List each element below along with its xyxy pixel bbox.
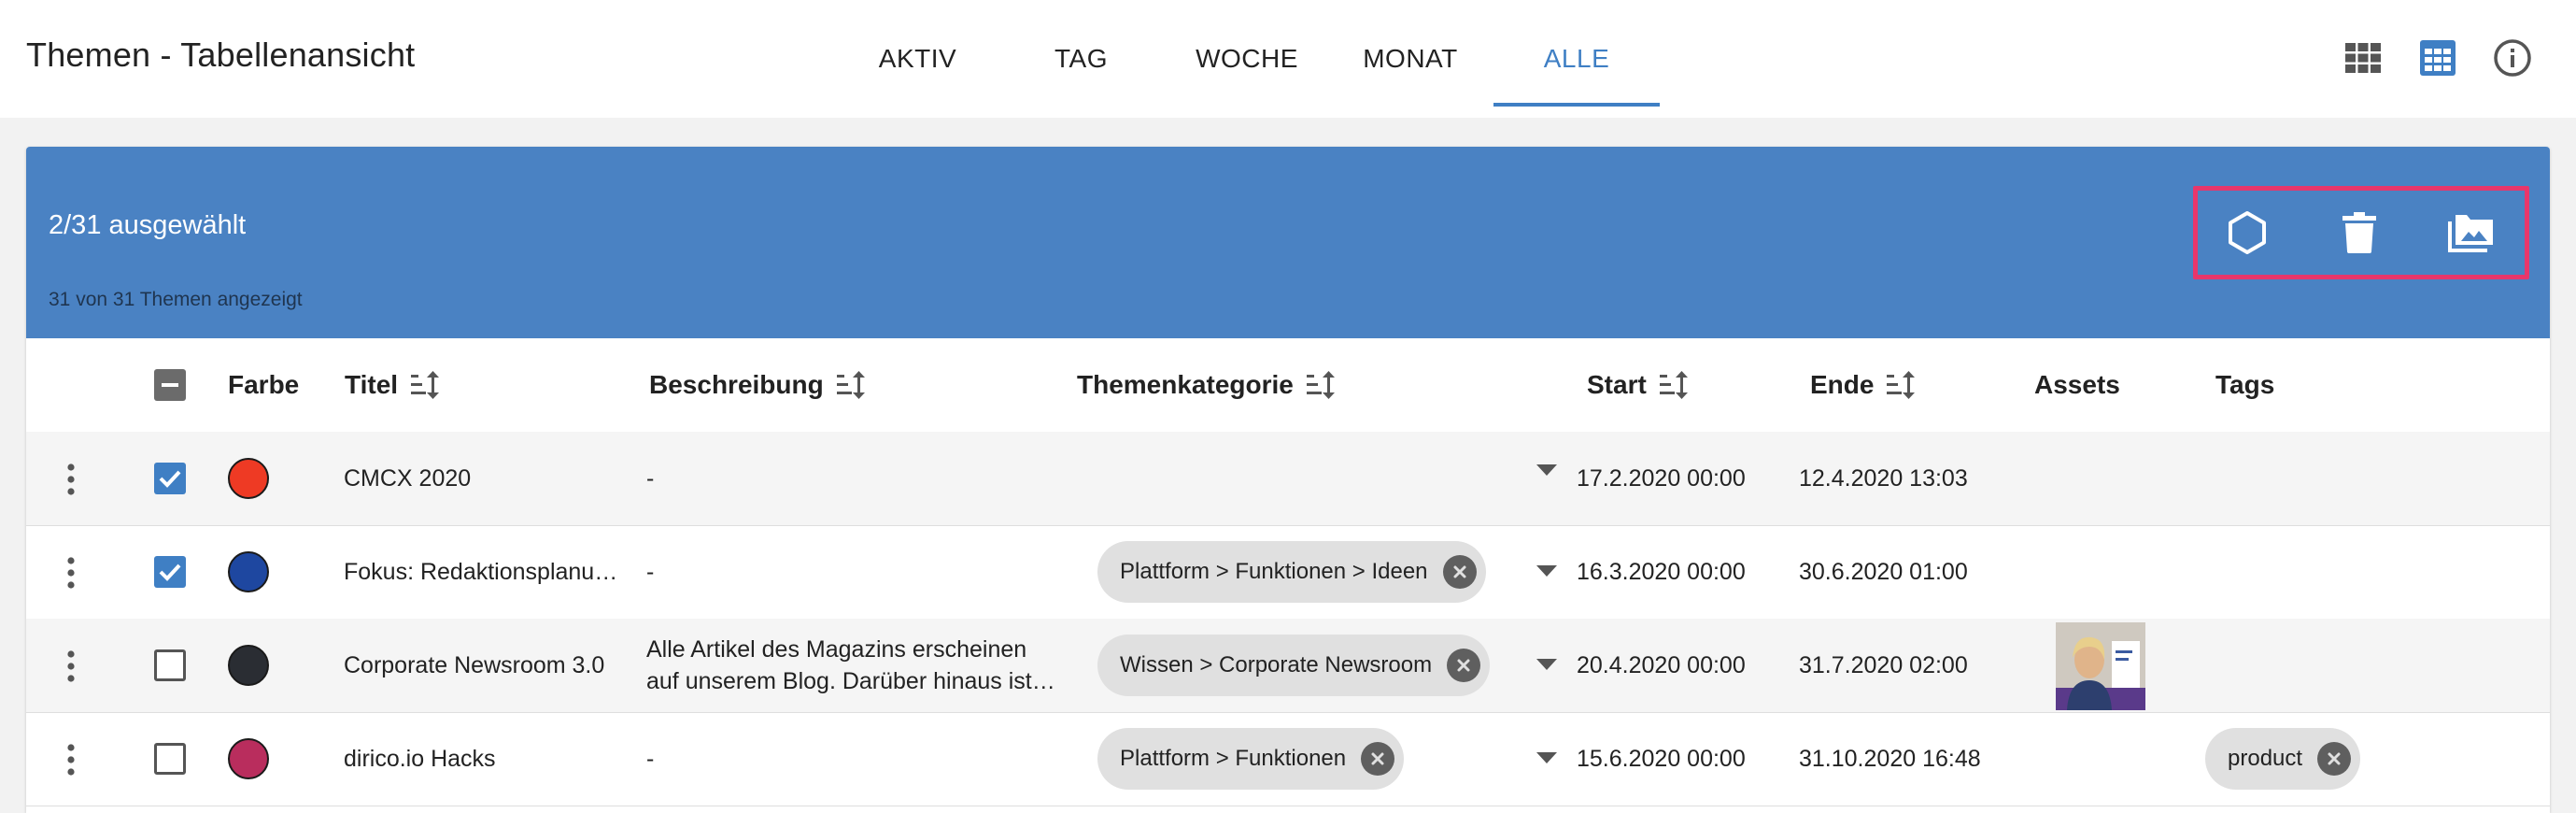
active-tab-indicator [1493,103,1660,107]
tab-alle[interactable]: ALLE [1493,0,1660,118]
header-category[interactable]: Themenkategorie [1077,338,1337,432]
topic-title[interactable]: Corporate Newsroom 3.0 [344,619,604,712]
row-menu-icon[interactable] [60,744,82,776]
sort-icon[interactable] [836,371,867,399]
tag-label: product [2228,746,2303,771]
topic-description: - [646,432,1085,525]
category-dropdown-icon[interactable] [1536,751,1557,768]
header-title[interactable]: Titel [345,338,441,432]
category-chip: Plattform > Funktionen [1097,728,1405,790]
description-line: Alle Artikel des Magazins erscheinen [646,636,1027,663]
remove-tag-icon[interactable] [2317,742,2352,776]
sort-icon[interactable] [1306,371,1337,399]
row-menu-icon[interactable] [60,464,82,495]
remove-category-icon[interactable] [1442,555,1477,589]
header-start[interactable]: Start [1587,338,1690,432]
start-date: 17.2.2020 00:00 [1577,464,1746,492]
category-dropdown-icon[interactable] [1536,464,1557,480]
select-all-checkbox[interactable] [154,369,186,401]
topic-color-swatch [228,738,269,779]
remove-category-icon[interactable] [1447,649,1481,682]
tab-woche[interactable]: WOCHE [1168,0,1326,118]
topic-title[interactable]: dirico.io Hacks [344,712,496,806]
start-date: 15.6.2020 00:00 [1577,745,1746,772]
category-dropdown-icon[interactable] [1536,658,1557,675]
end-date: 31.10.2020 16:48 [1799,745,1981,772]
category-dropdown-icon[interactable] [1536,564,1557,581]
category-label: Plattform > Funktionen [1120,746,1347,771]
topic-color-swatch [228,645,269,686]
description-line: auf unserem Blog. Darüber hinaus ist… [646,668,1055,694]
top-bar: Themen - Tabellenansicht AKTIV TAG WOCHE… [0,0,2576,118]
category-chip: Wissen > Corporate Newsroom [1097,635,1491,696]
tab-monat[interactable]: MONAT [1331,0,1490,118]
table-row[interactable]: CMCX 2020 - 17.2.2020 00:00 12.4.2020 13:03 [26,432,2550,526]
tab-aktiv[interactable]: AKTIV [841,0,995,118]
page-title: Themen - Tabellenansicht [26,36,416,74]
row-menu-icon[interactable] [60,557,82,589]
info-icon[interactable] [2490,36,2535,80]
header-tags: Tags [2215,370,2275,399]
start-date: 20.4.2020 00:00 [1577,651,1746,678]
row-menu-icon[interactable] [60,650,82,682]
row-checkbox[interactable] [154,649,186,681]
description-line: - [646,465,655,492]
sort-icon[interactable] [1659,371,1690,399]
header-color: Farbe [228,370,300,399]
end-date: 30.6.2020 01:00 [1799,558,1968,585]
header-assets: Assets [2034,370,2120,399]
end-date: 12.4.2020 13:03 [1799,464,1968,492]
description-line: - [646,746,655,772]
topic-color-swatch [228,458,269,499]
grid-view-icon[interactable] [2341,36,2385,80]
table-view-icon[interactable] [2415,36,2460,80]
table-header: Farbe Titel Beschreibung Themenkategorie… [26,338,2550,433]
topic-title[interactable]: CMCX 2020 [344,432,471,525]
topics-table-card: 2/31 ausgewählt 31 von 31 Themen angezei… [26,147,2550,813]
header-end[interactable]: Ende [1810,338,1917,432]
category-chip: Plattform > Funktionen > Ideen [1097,541,1486,603]
sort-icon[interactable] [1887,371,1917,399]
selected-count: 2/31 ausgewählt [49,210,247,240]
header-description[interactable]: Beschreibung [649,338,867,432]
table-row[interactable]: Corporate Newsroom 3.0 Alle Artikel des M… [26,619,2550,713]
topic-title[interactable]: Fokus: Redaktionsplanu… [344,525,617,619]
topic-color-swatch [228,551,269,592]
image-folder-icon[interactable] [2443,205,2499,261]
hexagon-icon[interactable] [2219,205,2275,261]
sort-icon[interactable] [411,371,441,399]
topic-description: Alle Artikel des Magazins erscheinen auf … [646,619,1085,712]
start-date: 16.3.2020 00:00 [1577,558,1746,585]
topic-description: - [646,712,1085,806]
row-checkbox[interactable] [154,556,186,588]
description-line: - [646,559,655,585]
selection-banner: 2/31 ausgewählt 31 von 31 Themen angezei… [26,147,2550,338]
table-row[interactable]: Fokus: Redaktionsplanu… - Plattform > Funk… [26,525,2550,620]
tag-chip: product [2205,728,2361,790]
trash-icon[interactable] [2331,205,2387,261]
asset-thumbnail[interactable] [2056,622,2145,710]
end-date: 31.7.2020 02:00 [1799,651,1968,678]
shown-count: 31 von 31 Themen angezeigt [49,289,303,310]
table-row[interactable]: dirico.io Hacks - Plattform > Funktionen 15… [26,712,2550,806]
tab-tag[interactable]: TAG [1004,0,1158,118]
topic-description: - [646,525,1085,619]
category-label: Plattform > Funktionen > Ideen [1120,559,1428,584]
row-checkbox[interactable] [154,463,186,494]
remove-category-icon[interactable] [1361,742,1395,776]
category-label: Wissen > Corporate Newsroom [1120,652,1433,678]
row-checkbox[interactable] [154,743,186,775]
